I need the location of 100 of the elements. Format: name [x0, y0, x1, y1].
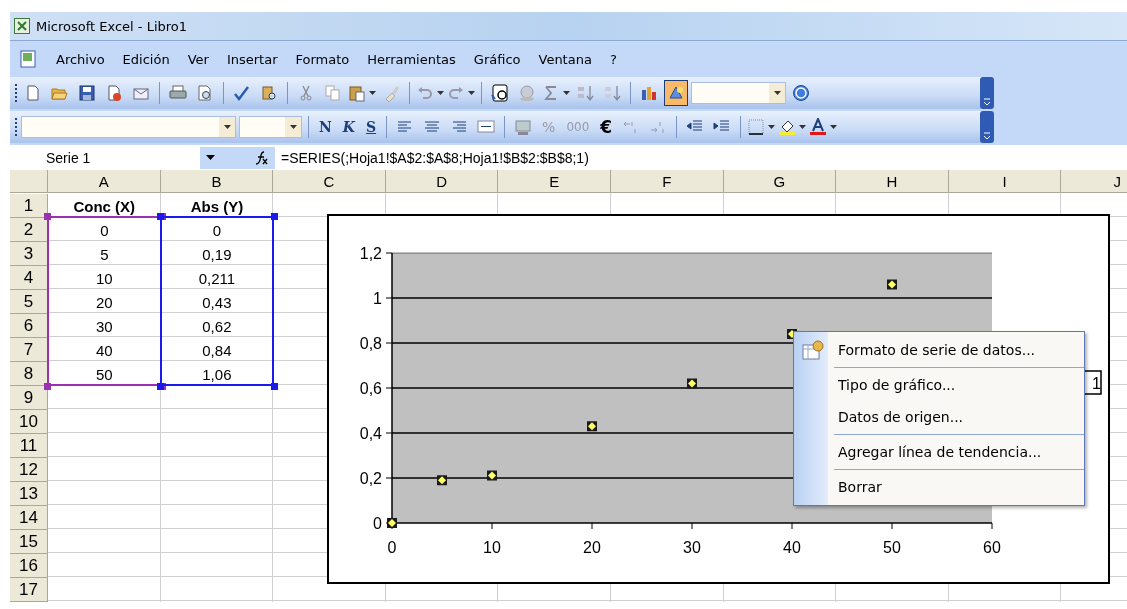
column-header[interactable]: D: [385, 170, 499, 193]
caret-icon[interactable]: [223, 125, 231, 129]
borders-icon[interactable]: [747, 118, 766, 136]
menu-item[interactable]: Herramientas: [367, 51, 456, 67]
column-header[interactable]: C: [273, 170, 386, 193]
save-icon[interactable]: [78, 84, 96, 102]
toolbar-grip-icon[interactable]: [14, 83, 18, 103]
row-header[interactable]: 6: [10, 314, 48, 338]
formula-field[interactable]: =SERIES(;Hoja1!$A$2:$A$8;Hoja1!$B$2:$B$8;1): [275, 149, 589, 166]
row-header[interactable]: 5: [10, 290, 48, 314]
caret-icon[interactable]: [768, 125, 776, 129]
print-icon[interactable]: [169, 84, 187, 102]
cut-icon[interactable]: [297, 84, 315, 102]
euro-button[interactable]: €: [596, 117, 617, 137]
sort-descending-icon[interactable]: [603, 84, 621, 102]
range-handle[interactable]: [156, 383, 164, 390]
menu-item[interactable]: Ventana: [538, 51, 592, 67]
spelling-icon[interactable]: [233, 84, 251, 102]
menu-item[interactable]: Datos de origen...: [794, 401, 1084, 433]
row-header[interactable]: 4: [10, 266, 48, 290]
permission-icon[interactable]: [105, 84, 123, 102]
row-header[interactable]: 2: [10, 218, 48, 242]
range-handle[interactable]: [271, 213, 279, 220]
data-point[interactable]: [487, 470, 497, 481]
column-header[interactable]: B: [160, 170, 274, 193]
bold-button[interactable]: N: [315, 119, 336, 135]
menu-item[interactable]: Insertar: [226, 51, 278, 67]
caret-icon[interactable]: [563, 91, 570, 95]
menu-item[interactable]: Agregar línea de tendencia...: [794, 436, 1084, 468]
caret-icon[interactable]: [437, 91, 444, 95]
zoom-field[interactable]: [691, 82, 786, 104]
table-cell: 30: [95, 317, 113, 335]
font-field[interactable]: [21, 116, 236, 138]
row-header[interactable]: 10: [10, 410, 48, 434]
data-point[interactable]: [387, 518, 397, 528]
column-header[interactable]: G: [723, 170, 837, 193]
row-header[interactable]: 13: [10, 482, 48, 506]
row-header[interactable]: 3: [10, 242, 48, 266]
data-point[interactable]: [437, 475, 447, 486]
toolbar-options-icon[interactable]: [980, 77, 994, 109]
menu-item[interactable]: Ver: [187, 51, 209, 67]
research-icon[interactable]: [260, 84, 278, 102]
menu-item[interactable]: Borrar: [794, 471, 1084, 503]
caret-icon[interactable]: [830, 125, 838, 129]
paint-bucket-icon[interactable]: [778, 118, 797, 136]
range-handle[interactable]: [156, 213, 164, 220]
bar-chart-icon[interactable]: [640, 84, 658, 102]
row-header[interactable]: 17: [10, 578, 48, 602]
toolbar-options-icon[interactable]: [980, 111, 994, 143]
row-header[interactable]: 16: [10, 554, 48, 578]
caret-icon[interactable]: [206, 155, 215, 160]
column-header[interactable]: E: [498, 170, 611, 193]
menu-item[interactable]: Tipo de gráfico...: [794, 369, 1084, 401]
row-header[interactable]: 15: [10, 530, 48, 554]
menu-item[interactable]: Archivo: [56, 51, 105, 67]
row-header[interactable]: 7: [10, 338, 48, 362]
sort-ascending-icon[interactable]: [576, 84, 594, 102]
row-header[interactable]: 11: [10, 434, 48, 458]
menu-item[interactable]: ?: [609, 51, 617, 67]
name-box-dropdown[interactable]: [200, 146, 275, 169]
underline-button[interactable]: S: [361, 119, 381, 135]
currency-conversion-icon[interactable]: [491, 84, 509, 102]
menu-item[interactable]: Gráfico: [473, 51, 521, 67]
data-point[interactable]: [687, 378, 697, 389]
caret-icon[interactable]: [773, 91, 781, 95]
column-header[interactable]: A: [48, 170, 161, 193]
menu-item[interactable]: Formato: [295, 51, 350, 67]
row-header[interactable]: 8: [10, 362, 48, 386]
menu-item[interactable]: Formato de serie de datos...: [794, 334, 1084, 366]
caret-icon[interactable]: [289, 125, 297, 129]
font-size-field[interactable]: [239, 116, 302, 138]
range-handle[interactable]: [271, 383, 279, 390]
row-header[interactable]: 14: [10, 506, 48, 530]
font-color-icon[interactable]: [809, 118, 828, 136]
currency-format-icon[interactable]: [514, 118, 533, 136]
function-icon[interactable]: [255, 150, 269, 165]
row-header[interactable]: 1: [10, 194, 48, 218]
print-preview-icon[interactable]: [196, 84, 214, 102]
range-handle[interactable]: [44, 383, 51, 390]
caret-icon[interactable]: [369, 91, 376, 95]
merge-center-icon[interactable]: [477, 118, 496, 136]
column-header[interactable]: F: [610, 170, 724, 193]
column-header[interactable]: I: [948, 170, 1062, 193]
menu-item[interactable]: Edición: [122, 51, 170, 67]
row-header[interactable]: 12: [10, 458, 48, 482]
axis-label: 1,2: [359, 245, 382, 262]
column-header[interactable]: H: [836, 170, 949, 193]
new-document-icon[interactable]: [24, 84, 42, 102]
workbook-icon[interactable]: [18, 49, 38, 69]
caret-icon[interactable]: [468, 91, 475, 95]
data-point[interactable]: [587, 421, 597, 432]
paste-icon[interactable]: [348, 84, 366, 102]
row-header[interactable]: 9: [10, 386, 48, 410]
caret-icon[interactable]: [799, 125, 807, 129]
toolbar-grip-icon[interactable]: [14, 117, 18, 137]
help-icon[interactable]: [792, 84, 810, 102]
data-point[interactable]: [887, 279, 897, 290]
column-header[interactable]: J: [1061, 170, 1127, 193]
italic-button[interactable]: K: [338, 119, 359, 135]
range-handle[interactable]: [44, 213, 51, 220]
